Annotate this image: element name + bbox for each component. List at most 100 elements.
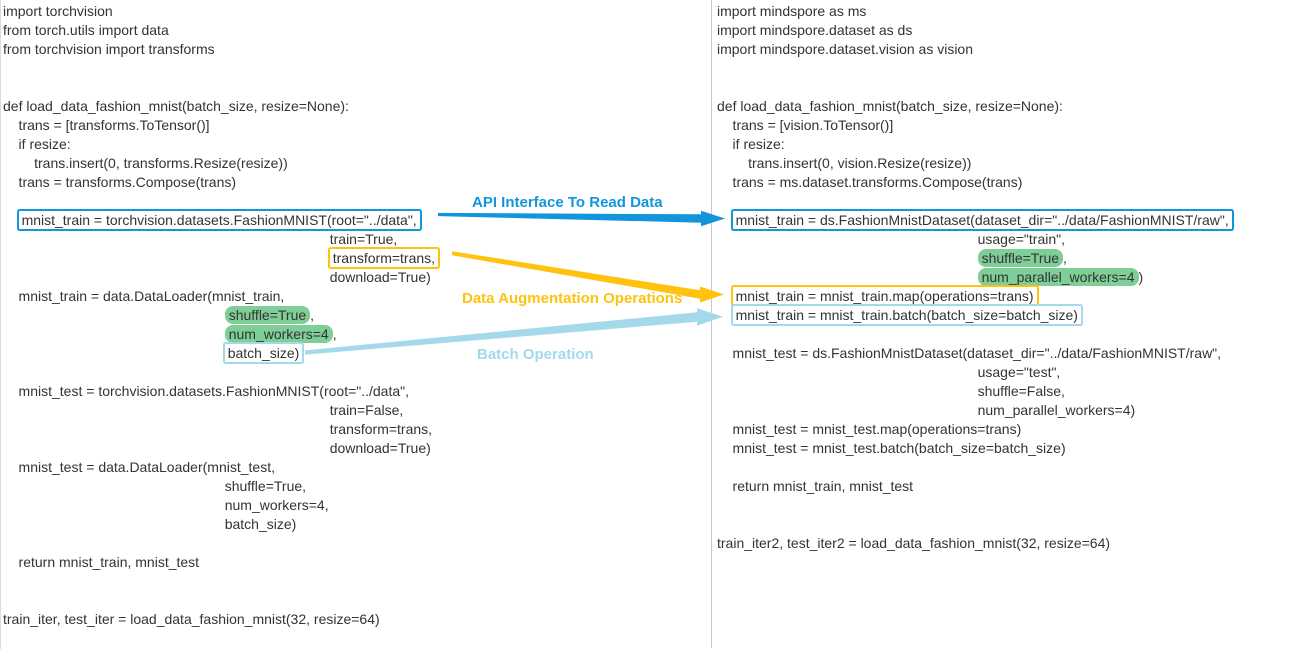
api-read-arrow [438, 211, 725, 226]
code-text [717, 269, 978, 285]
code-line: train=False, [3, 401, 438, 420]
code-line: def load_data_fashion_mnist(batch_size, … [717, 97, 1232, 116]
code-text [717, 250, 978, 266]
code-line: def load_data_fashion_mnist(batch_size, … [3, 97, 438, 116]
code-line: shuffle=False, [717, 382, 1232, 401]
code-text [717, 307, 733, 323]
code-text: import torchvision [3, 3, 113, 19]
green-hl-segment: num_workers=4 [225, 325, 333, 343]
code-line: trans.insert(0, vision.Resize(resize)) [717, 154, 1232, 173]
code-line: mnist_train = mnist_train.map(operations… [717, 287, 1232, 306]
code-text: import mindspore.dataset.vision as visio… [717, 41, 973, 57]
code-text [3, 250, 330, 266]
code-line [3, 59, 438, 78]
code-text: num_workers=4, [3, 497, 329, 513]
code-text: mnist_test = data.DataLoader(mnist_test, [3, 459, 275, 475]
green-hl-segment: shuffle=True [225, 306, 310, 324]
code-line [3, 572, 438, 591]
batch-operation-label: Batch Operation [477, 346, 594, 363]
code-text: trans.insert(0, vision.Resize(resize)) [717, 155, 971, 171]
code-text: mnist_test = torchvision.datasets.Fashio… [3, 383, 409, 399]
code-line: import mindspore as ms [717, 2, 1232, 21]
code-line: train_iter, test_iter = load_data_fashio… [3, 610, 438, 629]
code-text: usage="train", [717, 231, 1065, 247]
code-line: mnist_test = ds.FashionMnistDataset(data… [717, 344, 1232, 363]
blue-box-segment: mnist_train = ds.FashionMnistDataset(dat… [733, 211, 1232, 229]
code-text: return mnist_train, mnist_test [717, 478, 913, 494]
code-text: import mindspore.dataset as ds [717, 22, 912, 38]
code-text [717, 212, 733, 228]
code-text: trans.insert(0, transforms.Resize(resize… [3, 155, 288, 171]
code-line [3, 78, 438, 97]
code-line [717, 325, 1232, 344]
code-line [717, 78, 1232, 97]
code-line: transform=trans, [3, 249, 438, 268]
code-line: shuffle=True, [3, 306, 438, 325]
code-line: batch_size) [3, 515, 438, 534]
code-comparison-diagram: import torchvisionfrom torch.utils impor… [0, 0, 1290, 649]
code-text: , [310, 307, 314, 323]
code-text [3, 345, 225, 361]
code-line: import torchvision [3, 2, 438, 21]
code-line: return mnist_train, mnist_test [717, 477, 1232, 496]
mindspore-code-pane: import mindspore as ms import mindspore.d… [717, 2, 1232, 553]
yellow-box-segment: transform=trans, [330, 249, 438, 267]
code-line: trans = ms.dataset.transforms.Compose(tr… [717, 173, 1232, 192]
code-line: trans = transforms.Compose(trans) [3, 173, 438, 192]
code-text: download=True) [3, 269, 431, 285]
code-line: batch_size) [3, 344, 438, 363]
code-text: transform=trans, [3, 421, 432, 437]
code-line [717, 515, 1232, 534]
blue-box-segment: mnist_train = torchvision.datasets.Fashi… [19, 211, 420, 229]
code-line: num_workers=4, [3, 496, 438, 515]
data-augmentation-label: Data Augmentation Operations [462, 290, 682, 307]
code-line: mnist_train = ds.FashionMnistDataset(dat… [717, 211, 1232, 230]
code-line [717, 458, 1232, 477]
code-line [3, 363, 438, 382]
code-line: from torchvision import transforms [3, 40, 438, 59]
code-text: , [1063, 250, 1067, 266]
code-text: shuffle=False, [717, 383, 1065, 399]
code-text: batch_size) [3, 516, 296, 532]
code-line: download=True) [3, 268, 438, 287]
code-line: usage="test", [717, 363, 1232, 382]
code-line: trans.insert(0, transforms.Resize(resize… [3, 154, 438, 173]
code-text: trans = transforms.Compose(trans) [3, 174, 236, 190]
code-line: train=True, [3, 230, 438, 249]
code-text: ) [1139, 269, 1144, 285]
code-text [3, 307, 225, 323]
lightblue-box-segment: batch_size) [225, 344, 303, 362]
code-text: trans = [transforms.ToTensor()] [3, 117, 210, 133]
code-line: transform=trans, [3, 420, 438, 439]
code-text: mnist_test = mnist_test.map(operations=t… [717, 421, 1021, 437]
code-line [717, 496, 1232, 515]
code-text [3, 326, 225, 342]
code-text: train_iter, test_iter = load_data_fashio… [3, 611, 380, 627]
code-line: mnist_test = mnist_test.batch(batch_size… [717, 439, 1232, 458]
left-edge-line [0, 0, 1, 649]
code-text: import mindspore as ms [717, 3, 866, 19]
code-line [717, 192, 1232, 211]
code-text: num_parallel_workers=4) [717, 402, 1135, 418]
code-line: num_parallel_workers=4) [717, 268, 1232, 287]
code-text: train=False, [3, 402, 403, 418]
code-line: shuffle=True, [717, 249, 1232, 268]
code-text: return mnist_train, mnist_test [3, 554, 199, 570]
code-text: trans = [vision.ToTensor()] [717, 117, 893, 133]
code-text: mnist_train = data.DataLoader(mnist_trai… [3, 288, 284, 304]
code-text: mnist_test = mnist_test.batch(batch_size… [717, 440, 1066, 456]
code-text: if resize: [3, 136, 71, 152]
code-text: def load_data_fashion_mnist(batch_size, … [717, 98, 1063, 114]
code-text: from torchvision import transforms [3, 41, 215, 57]
code-line: trans = [transforms.ToTensor()] [3, 116, 438, 135]
code-text: trans = ms.dataset.transforms.Compose(tr… [717, 174, 1022, 190]
code-line: mnist_train = data.DataLoader(mnist_trai… [3, 287, 438, 306]
code-line: return mnist_train, mnist_test [3, 553, 438, 572]
pytorch-code-pane: import torchvisionfrom torch.utils impor… [3, 2, 438, 629]
code-line: train_iter2, test_iter2 = load_data_fash… [717, 534, 1232, 553]
code-text: train_iter2, test_iter2 = load_data_fash… [717, 535, 1110, 551]
code-line: mnist_test = torchvision.datasets.Fashio… [3, 382, 438, 401]
code-text: usage="test", [717, 364, 1060, 380]
code-text: mnist_test = ds.FashionMnistDataset(data… [717, 345, 1221, 361]
code-text: download=True) [3, 440, 431, 456]
